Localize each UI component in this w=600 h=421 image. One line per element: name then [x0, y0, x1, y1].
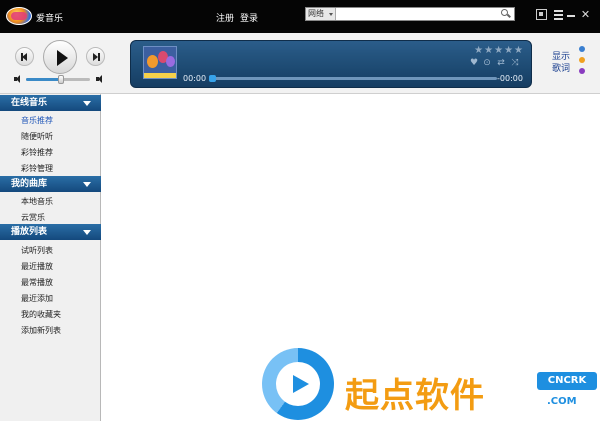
volume-fill [26, 78, 62, 81]
group-title: 在线音乐 [11, 98, 48, 108]
sidebar: 在线音乐 音乐推荐 随便听听 彩铃推荐 彩铃管理 我的曲库 本地音乐 云赏乐 播… [0, 94, 101, 421]
chevron-down-icon [83, 101, 91, 106]
search-scope-dropdown[interactable]: 网络 [306, 8, 336, 20]
watermark-brand: 起点软件 [345, 376, 485, 416]
mini-mode-icon[interactable] [536, 9, 547, 20]
volume-knob[interactable] [58, 75, 65, 84]
chevron-down-icon [83, 230, 91, 235]
watermark-domain: .COM [547, 396, 577, 407]
app-logo-icon [6, 7, 32, 25]
mute-icon[interactable] [14, 75, 24, 83]
search-icon[interactable] [500, 9, 512, 19]
progress-bar[interactable] [209, 75, 497, 82]
next-button[interactable] [86, 47, 105, 66]
sidebar-item-ringtone-recommend[interactable]: 彩铃推荐 [21, 147, 53, 158]
repeat-icon[interactable]: ⇄ [496, 58, 506, 68]
sidebar-item-local-music[interactable]: 本地音乐 [21, 196, 53, 207]
play-icon [57, 50, 68, 66]
share-icon[interactable]: ⊙ [482, 58, 492, 68]
sidebar-item-my-favorites[interactable]: 我的收藏夹 [21, 309, 61, 320]
sidebar-item-music-recommend[interactable]: 音乐推荐 [21, 115, 53, 126]
menu-icon[interactable] [553, 9, 564, 20]
sidebar-item-trial-list[interactable]: 试听列表 [21, 245, 53, 256]
search-box: 网络 [305, 7, 515, 21]
lyrics-button[interactable]: 歌词 [552, 61, 570, 74]
volume-slider[interactable] [26, 75, 90, 84]
login-link[interactable]: 登录 [240, 11, 258, 24]
minimize-icon[interactable] [566, 9, 577, 20]
group-title: 播放列表 [11, 227, 48, 237]
close-icon[interactable]: ✕ [580, 9, 591, 20]
progress-knob[interactable] [209, 75, 216, 82]
sidebar-item-random-listen[interactable]: 随便听听 [21, 131, 53, 142]
rating-stars[interactable]: ★★★★★ [474, 45, 524, 56]
time-total: -00:00 [497, 74, 523, 83]
chevron-down-icon [329, 13, 333, 16]
search-scope-label: 网络 [308, 9, 324, 18]
app-title: 爱音乐 [36, 14, 64, 24]
album-art [143, 46, 177, 79]
chevron-down-icon [83, 182, 91, 187]
orange-dot-icon[interactable] [579, 57, 585, 63]
volume-icon[interactable] [96, 75, 106, 83]
title-bar: 爱音乐 注册 登录 网络 ✕ [0, 0, 600, 33]
group-title: 我的曲库 [11, 179, 48, 189]
player-panel: 00:00 -00:00 ★★★★★ ♥ ⊙ ⇄ ⤨ 显示 歌词 [0, 33, 600, 94]
favorite-heart-icon[interactable]: ♥ [469, 58, 479, 68]
time-current: 00:00 [183, 74, 207, 83]
group-playlists[interactable]: 播放列表 [0, 224, 101, 240]
register-link[interactable]: 注册 [216, 11, 234, 24]
play-button[interactable] [43, 40, 77, 74]
search-input[interactable] [338, 9, 498, 19]
now-playing-display: 00:00 -00:00 ★★★★★ ♥ ⊙ ⇄ ⤨ [130, 40, 532, 88]
previous-button[interactable] [15, 47, 34, 66]
watermark-logo-icon [262, 348, 334, 420]
shuffle-icon[interactable]: ⤨ [510, 58, 520, 68]
group-online-music[interactable]: 在线音乐 [0, 95, 101, 111]
sidebar-item-most-played[interactable]: 最常播放 [21, 277, 53, 288]
sidebar-item-ringtone-manage[interactable]: 彩铃管理 [21, 163, 53, 174]
blue-dot-icon[interactable] [579, 46, 585, 52]
group-my-library[interactable]: 我的曲库 [0, 176, 101, 192]
sidebar-item-cloud-music[interactable]: 云赏乐 [21, 212, 45, 223]
sidebar-item-recently-added[interactable]: 最近添加 [21, 293, 53, 304]
sidebar-item-recent-played[interactable]: 最近播放 [21, 261, 53, 272]
watermark-badge: CNCRK [537, 372, 597, 390]
purple-dot-icon[interactable] [579, 68, 585, 74]
sidebar-item-add-new-list[interactable]: 添加新列表 [21, 325, 61, 336]
